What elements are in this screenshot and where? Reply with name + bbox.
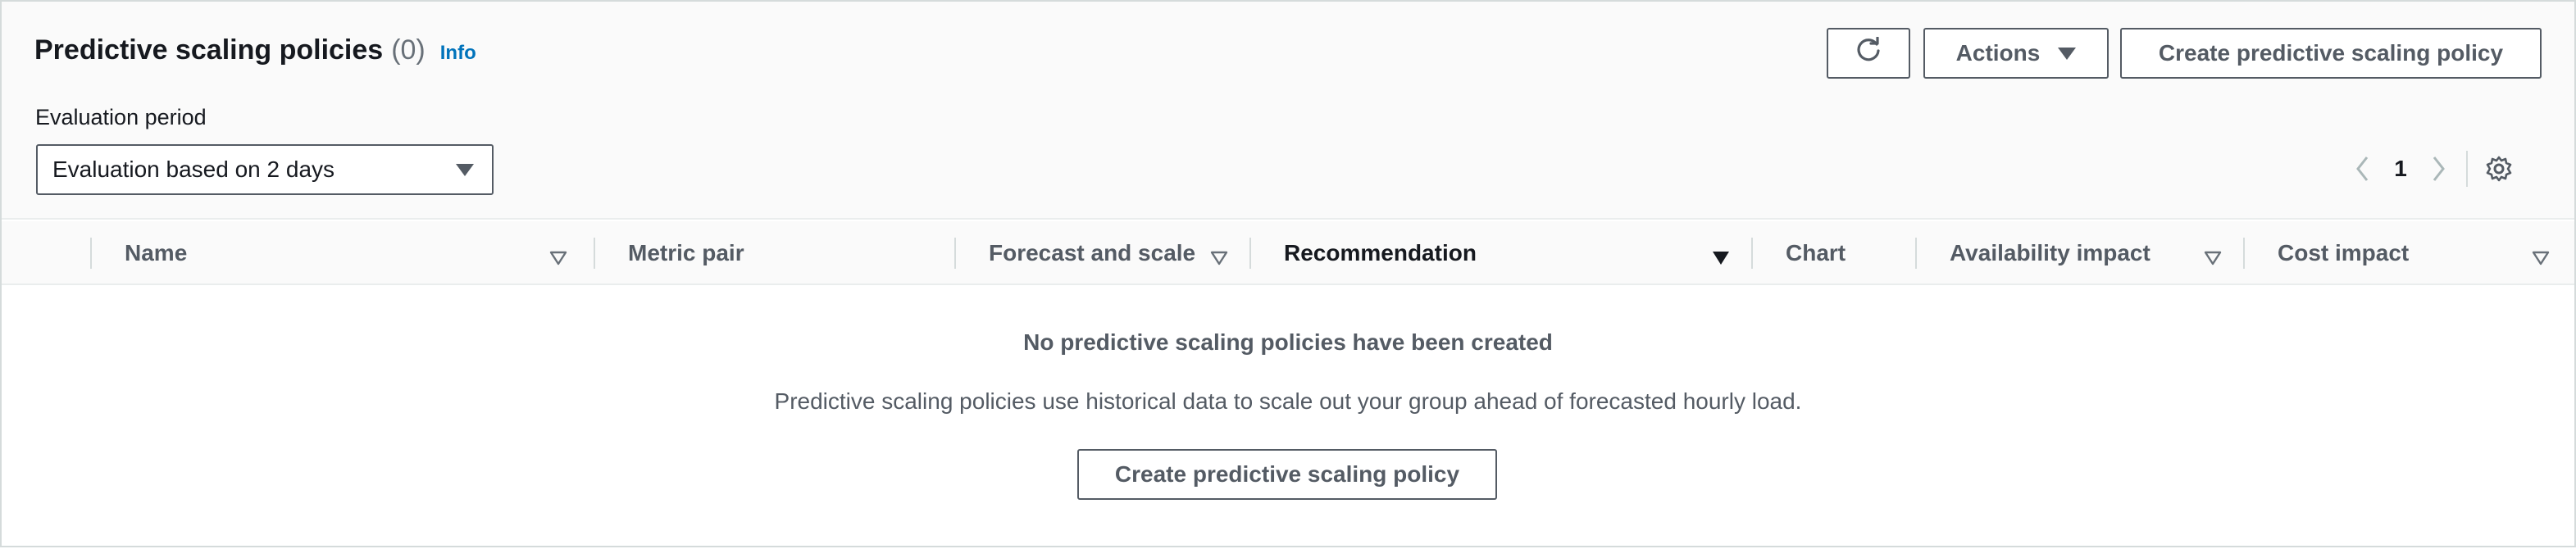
chevron-left-icon[interactable] bbox=[2346, 151, 2379, 187]
panel-header: Predictive scaling policies (0) Info Eva… bbox=[2, 2, 2574, 220]
title-row: Predictive scaling policies (0) Info bbox=[34, 34, 476, 66]
column-label: Recommendation bbox=[1284, 240, 1477, 265]
refresh-button[interactable] bbox=[1827, 28, 1910, 79]
column-header-availability-impact[interactable]: Availability impact bbox=[1950, 221, 2228, 285]
page-title: Predictive scaling policies bbox=[34, 34, 384, 66]
column-header-recommendation[interactable]: Recommendation bbox=[1284, 221, 1743, 285]
column-header-forecast-and-scale[interactable]: Forecast and scale bbox=[989, 221, 1235, 285]
empty-state-create-button[interactable]: Create predictive scaling policy bbox=[1077, 449, 1497, 500]
empty-state-create-label: Create predictive scaling policy bbox=[1114, 461, 1460, 487]
gear-icon[interactable] bbox=[2481, 151, 2517, 187]
column-label: Name bbox=[125, 240, 188, 265]
column-header-chart: Chart bbox=[1786, 221, 1909, 285]
caret-down-icon bbox=[456, 164, 474, 176]
pager-divider bbox=[2466, 151, 2468, 187]
column-separator bbox=[954, 238, 956, 269]
chevron-right-icon[interactable] bbox=[2422, 151, 2455, 187]
column-separator bbox=[2243, 238, 2245, 269]
sort-icon[interactable] bbox=[2532, 245, 2550, 271]
create-policy-button[interactable]: Create predictive scaling policy bbox=[2120, 28, 2542, 79]
caret-down-icon bbox=[2058, 47, 2077, 60]
column-label: Availability impact bbox=[1950, 240, 2150, 265]
column-label: Chart bbox=[1786, 240, 1846, 265]
evaluation-period-label: Evaluation period bbox=[35, 105, 207, 129]
table-header: Name Metric pair Forecast and scale Reco… bbox=[2, 221, 2574, 285]
empty-state-description: Predictive scaling policies use historic… bbox=[774, 388, 1802, 414]
column-header-name[interactable]: Name bbox=[125, 221, 576, 285]
column-separator bbox=[594, 238, 595, 269]
evaluation-period-value: Evaluation based on 2 days bbox=[52, 157, 335, 182]
sort-icon-active[interactable] bbox=[1712, 245, 1730, 271]
policy-count: (0) bbox=[391, 34, 426, 66]
column-label: Metric pair bbox=[628, 240, 744, 265]
column-header-metric-pair: Metric pair bbox=[628, 221, 956, 285]
column-separator bbox=[90, 238, 92, 269]
refresh-icon bbox=[1855, 35, 1882, 70]
empty-state: No predictive scaling policies have been… bbox=[2, 287, 2574, 549]
sort-icon[interactable] bbox=[1210, 245, 1228, 271]
sort-icon[interactable] bbox=[549, 245, 567, 271]
column-separator bbox=[1249, 238, 1251, 269]
column-header-cost-impact[interactable]: Cost impact bbox=[2278, 221, 2556, 285]
evaluation-period-select[interactable]: Evaluation based on 2 days bbox=[36, 144, 494, 195]
predictive-scaling-panel: Predictive scaling policies (0) Info Eva… bbox=[0, 0, 2576, 547]
sort-icon[interactable] bbox=[2204, 245, 2222, 271]
create-policy-label: Create predictive scaling policy bbox=[2158, 40, 2504, 66]
column-separator bbox=[1751, 238, 1753, 269]
column-label: Forecast and scale bbox=[989, 240, 1196, 265]
column-label: Cost impact bbox=[2278, 240, 2410, 265]
actions-button[interactable]: Actions bbox=[1923, 28, 2109, 79]
actions-label: Actions bbox=[1955, 40, 2041, 66]
info-link[interactable]: Info bbox=[440, 42, 476, 65]
column-separator bbox=[1915, 238, 1917, 269]
pagination: 1 bbox=[2346, 151, 2517, 187]
empty-state-title: No predictive scaling policies have been… bbox=[1023, 329, 1553, 355]
current-page[interactable]: 1 bbox=[2379, 156, 2422, 182]
